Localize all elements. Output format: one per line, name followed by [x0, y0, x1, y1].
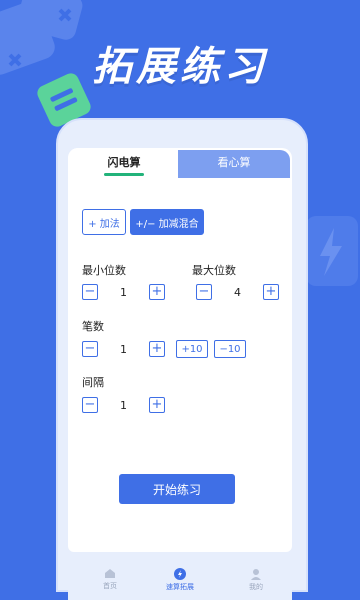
strokes-minus-10-button[interactable]: −10: [214, 340, 246, 358]
interval-stepper: − 1 +: [82, 395, 165, 415]
lightning-deco-icon: [306, 216, 358, 286]
strokes-label: 笔数: [82, 320, 104, 333]
nav-mine[interactable]: 我的: [236, 568, 276, 592]
nav-speed-expand-label: 速算拓展: [166, 583, 194, 591]
tab-flash-calc-label: 闪电算: [107, 156, 141, 169]
bottom-nav: 首页 速算拓展 我的: [68, 560, 292, 600]
tab-mental-calc-label: 看心算: [217, 156, 251, 169]
strokes-decrement-button[interactable]: −: [82, 341, 98, 357]
user-icon: [251, 569, 261, 580]
strokes-stepper: − 1 +: [82, 339, 165, 359]
max-digits-label: 最大位数: [192, 264, 236, 277]
lightning-icon: [174, 568, 186, 580]
max-digits-value: 4: [234, 285, 241, 299]
interval-value: 1: [120, 398, 127, 412]
nav-speed-expand[interactable]: 速算拓展: [160, 568, 200, 592]
min-digits-stepper: − 1 +: [82, 282, 165, 302]
strokes-value: 1: [120, 342, 127, 356]
max-digits-increment-button[interactable]: +: [263, 284, 279, 300]
add-subtract-mix-button[interactable]: +/− 加减混合: [130, 209, 204, 235]
tab-mental-calc[interactable]: 看心算: [178, 150, 290, 178]
active-tab-indicator: [104, 173, 144, 176]
interval-increment-button[interactable]: +: [149, 397, 165, 413]
strokes-plus-10-button[interactable]: +10: [176, 340, 208, 358]
tab-flash-calc[interactable]: 闪电算: [72, 150, 176, 178]
nav-mine-label: 我的: [249, 583, 263, 591]
strokes-increment-button[interactable]: +: [149, 341, 165, 357]
addition-mode-button[interactable]: + 加法: [82, 209, 126, 235]
nav-home-label: 首页: [103, 582, 117, 590]
min-digits-label: 最小位数: [82, 264, 126, 277]
min-digits-value: 1: [120, 285, 127, 299]
interval-label: 间隔: [82, 376, 104, 389]
nav-home[interactable]: 首页: [90, 568, 130, 591]
interval-decrement-button[interactable]: −: [82, 397, 98, 413]
page-title: 拓展练习: [92, 44, 268, 90]
home-icon: [105, 569, 115, 578]
max-digits-stepper: − 4 +: [196, 282, 279, 302]
max-digits-decrement-button[interactable]: −: [196, 284, 212, 300]
start-practice-button[interactable]: 开始练习: [119, 474, 235, 504]
min-digits-decrement-button[interactable]: −: [82, 284, 98, 300]
min-digits-increment-button[interactable]: +: [149, 284, 165, 300]
